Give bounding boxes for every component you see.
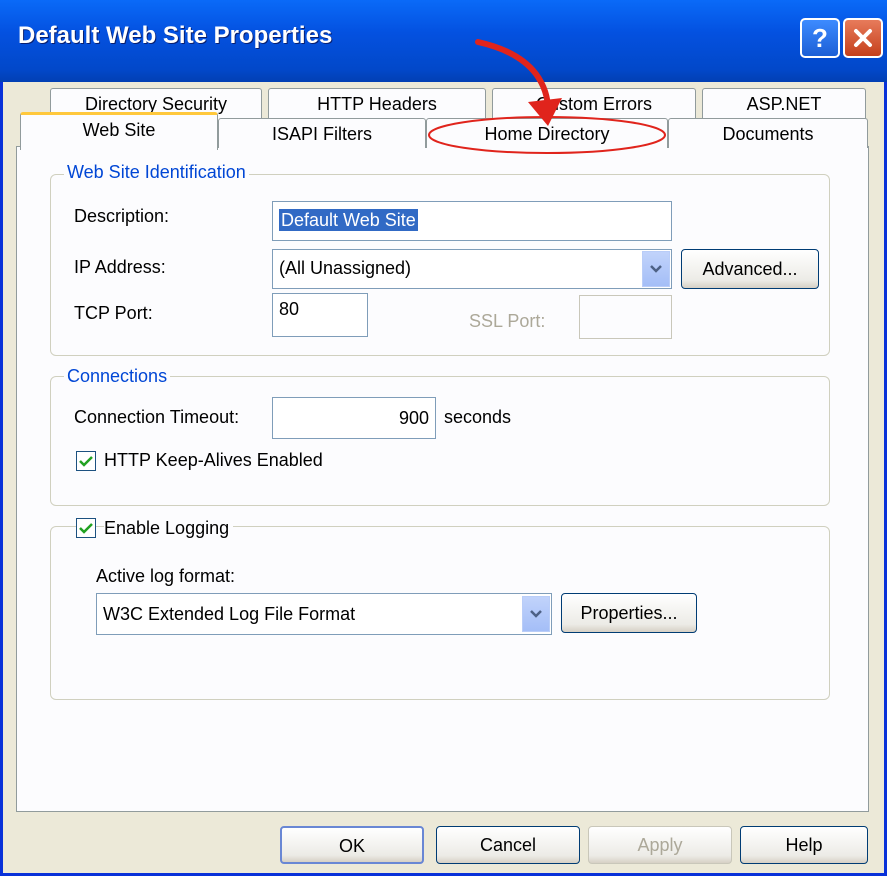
keep-alives-checkbox[interactable]	[76, 451, 96, 471]
tab-asp-net[interactable]: ASP.NET	[702, 88, 866, 120]
close-icon	[854, 29, 872, 47]
cancel-label: Cancel	[479, 835, 537, 855]
description-value: Default Web Site	[279, 209, 418, 231]
help-title-button[interactable]: ?	[800, 18, 840, 58]
tcp-port-value: 80	[279, 299, 300, 319]
checkmark-icon	[79, 456, 93, 467]
help-label: Help	[785, 835, 823, 855]
tcp-port-field[interactable]: 80	[272, 293, 368, 337]
ssl-port-field[interactable]	[579, 295, 672, 339]
cancel-button[interactable]: Cancel	[436, 826, 580, 864]
timeout-unit-label: seconds	[444, 407, 512, 427]
description-field[interactable]: Default Web Site	[272, 201, 672, 241]
log-properties-button[interactable]: Properties...	[561, 593, 697, 633]
log-format-dropdown-button[interactable]	[522, 596, 550, 632]
tab-documents[interactable]: Documents	[668, 118, 868, 148]
tab-http-headers[interactable]: HTTP Headers	[268, 88, 486, 120]
log-format-select[interactable]: W3C Extended Log File Format	[96, 593, 552, 635]
tab-custom-errors[interactable]: Custom Errors	[492, 88, 696, 120]
tab-web-site[interactable]: Web Site	[20, 112, 218, 150]
tab-isapi-filters[interactable]: ISAPI Filters	[218, 118, 426, 148]
enable-logging-checkbox[interactable]	[76, 518, 96, 538]
apply-button[interactable]: Apply	[588, 826, 732, 864]
log-properties-label: Properties...	[580, 603, 678, 623]
ip-address-dropdown-button[interactable]	[642, 251, 670, 287]
connection-timeout-value: 900	[398, 408, 429, 428]
chevron-down-icon	[530, 610, 542, 618]
keep-alives-label: HTTP Keep-Alives Enabled	[104, 450, 323, 470]
log-format-value: W3C Extended Log File Format	[103, 604, 356, 624]
checkmark-icon	[79, 523, 93, 534]
title-bar[interactable]: Default Web Site Properties ?	[0, 0, 887, 82]
ok-label: OK	[338, 836, 365, 856]
enable-logging-label: Enable Logging	[104, 518, 234, 539]
ip-address-select[interactable]: (All Unassigned)	[272, 249, 672, 289]
ok-button[interactable]: OK	[280, 826, 424, 864]
close-button[interactable]	[843, 18, 883, 58]
connections-group	[50, 376, 830, 506]
ssl-port-label: SSL Port:	[469, 311, 546, 331]
chevron-down-icon	[650, 265, 662, 273]
question-icon: ?	[812, 22, 828, 53]
description-label: Description:	[74, 206, 170, 226]
ip-address-value: (All Unassigned)	[279, 258, 412, 278]
advanced-label: Advanced...	[702, 259, 798, 279]
connections-title: Connections	[64, 366, 171, 387]
ip-address-label: IP Address:	[74, 257, 166, 277]
advanced-button[interactable]: Advanced...	[681, 249, 819, 289]
tcp-port-label: TCP Port:	[74, 303, 153, 323]
identification-title: Web Site Identification	[64, 162, 249, 183]
apply-label: Apply	[637, 835, 683, 855]
tab-home-directory[interactable]: Home Directory	[426, 118, 668, 148]
connection-timeout-label: Connection Timeout:	[74, 407, 240, 427]
log-format-label: Active log format:	[96, 566, 236, 586]
help-button[interactable]: Help	[740, 826, 868, 864]
connection-timeout-field[interactable]: 900	[272, 397, 436, 439]
window-title: Default Web Site Properties	[18, 22, 333, 49]
